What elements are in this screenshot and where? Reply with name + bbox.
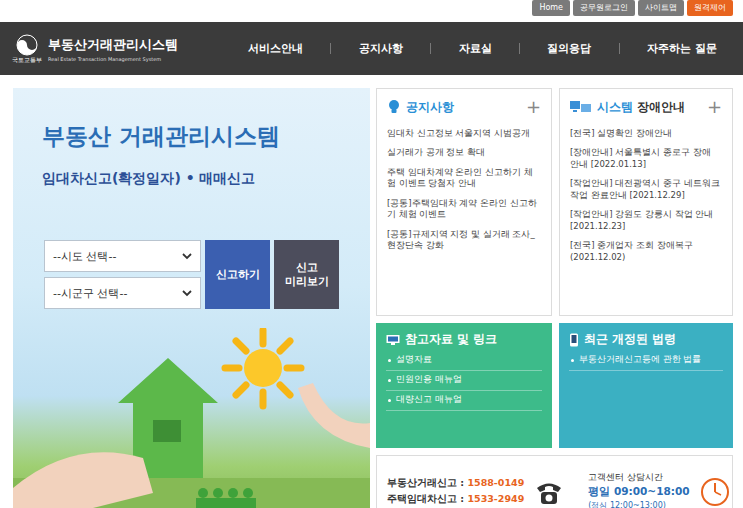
- outage-title-accent: 시스템: [597, 100, 633, 114]
- contact-number[interactable]: 1533-2949: [467, 493, 524, 504]
- notice-item[interactable]: 주택 임대차계약 온라인 신고하기 체험 이벤트 당첨자 안내: [387, 167, 541, 190]
- lightbulb-icon: [387, 99, 401, 115]
- clock-icon: [700, 477, 730, 507]
- notice-panel: 공지사항 + 임대차 신고정보 서울지역 시범공개실거래가 공개 정보 확대주택 임…: [376, 88, 552, 316]
- outage-title: 시스템 장애안내: [597, 100, 685, 115]
- bullet-dot: [388, 399, 391, 402]
- system-icon: [570, 100, 592, 114]
- outage-title-rest: 장애안내: [633, 100, 685, 114]
- preview-button[interactable]: 신고 미리보기: [274, 240, 339, 309]
- more-button[interactable]: +: [707, 98, 722, 116]
- contact-number[interactable]: 1588-0149: [467, 477, 524, 488]
- telephone-icon: [534, 479, 564, 505]
- reference-panel-item[interactable]: 민원인용 매뉴얼: [386, 371, 542, 391]
- notice-item[interactable]: [공통]주택임대차 계약 온라인 신고하기 체험 이벤트: [387, 198, 541, 221]
- nav-separator: [430, 43, 431, 54]
- main-nav: 서비스안내 공지사항 자료실 질의응답 자주하는 질문: [232, 39, 743, 58]
- chevron-down-icon: [182, 290, 192, 297]
- outage-item[interactable]: [전국] 중개업자 조회 장애복구 (2021.12.02): [570, 240, 722, 263]
- ministry-name: 국토교통부: [12, 57, 42, 64]
- contact-label: 부동산거래신고 :: [387, 477, 467, 488]
- notice-title: 공지사항: [406, 100, 454, 115]
- outage-item[interactable]: [작업안내] 대전광역시 중구 네트워크 작업 완료안내 [2021.12.29…: [570, 178, 722, 201]
- notice-item[interactable]: 실거래가 공개 정보 확대: [387, 147, 541, 158]
- region-select[interactable]: --시도 선택--: [44, 240, 201, 272]
- hours-weekday: 평일 09:00~18:00: [588, 485, 689, 499]
- taegeuk-icon: [16, 34, 38, 56]
- site-logo[interactable]: 국토교통부 부동산거래관리시스템 Real Estate Transaction M…: [0, 34, 232, 64]
- contact-lines: 부동산거래신고 : 1588-0149주택임대차신고 : 1533-2949: [387, 477, 524, 506]
- side-panels: 공지사항 + 임대차 신고정보 서울지역 시범공개실거래가 공개 정보 확대주택 임…: [376, 88, 733, 508]
- reference-panel-item-text: 대량신고 매뉴얼: [396, 394, 462, 406]
- top-link[interactable]: Home: [532, 0, 570, 16]
- top-link[interactable]: 사이트맵: [638, 0, 684, 16]
- law-panel-header: 최근 개정된 법령: [569, 332, 723, 347]
- top-bar: Home공무원로그인사이트맵원격제어: [0, 0, 743, 22]
- outage-item[interactable]: [장애안내] 서울특별시 종로구 장애 안내 [2022.01.13]: [570, 147, 722, 170]
- site-header: 국토교통부 부동산거래관리시스템 Real Estate Transaction M…: [0, 22, 743, 75]
- bullet-dot: [571, 359, 574, 362]
- chevron-down-icon: [182, 253, 192, 260]
- monitor-icon: [386, 334, 400, 346]
- banner-photo-icon: [13, 328, 370, 508]
- reference-panel-item-text: 민원인용 매뉴얼: [396, 374, 462, 386]
- logo-title: 부동산거래관리시스템: [48, 36, 178, 54]
- hours-title: 고객센터 상담시간: [588, 472, 689, 484]
- nav-item[interactable]: 서비스안내: [244, 39, 307, 58]
- law-panel-item-text: 부동산거래신고등에 관한 법률: [579, 354, 701, 366]
- nav-separator: [330, 43, 331, 54]
- contact-line: 주택임대차신고 : 1533-2949: [387, 493, 524, 506]
- service-hours: 고객센터 상담시간평일 09:00~18:00(점심 12:00~13:00): [588, 472, 689, 508]
- outage-item[interactable]: [작업안내] 강원도 강릉시 작업 안내 [2021.12.23]: [570, 209, 722, 232]
- bullet-dot: [388, 359, 391, 362]
- region-select[interactable]: --시군구 선택--: [44, 277, 201, 309]
- reference-panel-item-text: 설명자료: [396, 354, 432, 366]
- logo-text: 부동산거래관리시스템 Real Estate Transaction Manage…: [48, 36, 178, 62]
- ministry-mark: 국토교통부: [12, 34, 42, 64]
- reference-panel: 참고자료 및 링크설명자료민원인용 매뉴얼대량신고 매뉴얼: [376, 323, 552, 448]
- law-panel-title: 최근 개정된 법령: [584, 332, 676, 347]
- reference-panel-title: 참고자료 및 링크: [405, 332, 497, 347]
- hero-banner: 부동산 거래관리시스템임대차신고(확정일자) • 매매신고--시도 선택----…: [13, 88, 370, 508]
- reference-panel-header: 참고자료 및 링크: [386, 332, 542, 347]
- reference-panel-item[interactable]: 설명자료: [386, 351, 542, 371]
- notice-item[interactable]: [공통]규제지역 지정 및 실거래 조사_현장단속 강화: [387, 229, 541, 252]
- notice-header: 공지사항 +: [387, 98, 541, 116]
- select-value: --시군구 선택--: [53, 286, 127, 301]
- outage-item[interactable]: [전국] 실명확인 장애안내: [570, 128, 722, 139]
- select-value: --시도 선택--: [53, 249, 116, 264]
- banner-subtitle: 임대차신고(확정일자) • 매매신고: [42, 170, 370, 188]
- nav-separator: [619, 43, 620, 54]
- report-button[interactable]: 신고하기: [205, 240, 270, 309]
- law-panel: 최근 개정된 법령부동산거래신고등에 관한 법률: [559, 323, 733, 448]
- nav-item[interactable]: 자주하는 질문: [643, 39, 721, 58]
- hours-lunch: (점심 12:00~13:00): [588, 500, 689, 508]
- contact-label: 주택임대차신고 :: [387, 493, 467, 504]
- logo-subtitle: Real Estate Transaction Management Syste…: [48, 56, 178, 62]
- reference-panel-item[interactable]: 대량신고 매뉴얼: [386, 391, 542, 411]
- nav-item[interactable]: 공지사항: [355, 39, 407, 58]
- contact-line: 부동산거래신고 : 1588-0149: [387, 477, 524, 490]
- banner-title: 부동산 거래관리시스템: [42, 121, 370, 152]
- nav-item[interactable]: 질의응답: [543, 39, 595, 58]
- bullet-dot: [388, 379, 391, 382]
- main-content: 부동산 거래관리시스템임대차신고(확정일자) • 매매신고--시도 선택----…: [0, 75, 743, 508]
- outage-panel: 시스템 장애안내 + [전국] 실명확인 장애안내 [장애안내] 서울특별시 종로구 …: [559, 88, 733, 316]
- top-link[interactable]: 공무원로그인: [573, 0, 635, 16]
- outage-header: 시스템 장애안내 +: [570, 98, 722, 116]
- law-panel-item[interactable]: 부동산거래신고등에 관한 법률: [569, 351, 723, 371]
- nav-separator: [519, 43, 520, 54]
- contact-panel: 부동산거래신고 : 1588-0149주택임대차신고 : 1533-2949고객…: [376, 455, 733, 508]
- top-link[interactable]: 원격제어: [687, 0, 733, 16]
- select-group: --시도 선택-- --시군구 선택--: [44, 240, 201, 309]
- more-button[interactable]: +: [526, 98, 541, 116]
- notice-item[interactable]: 임대차 신고정보 서울지역 시범공개: [387, 128, 541, 139]
- mobile-icon: [569, 333, 579, 347]
- region-form: --시도 선택-- --시군구 선택-- 신고하기신고 미리보기: [44, 240, 370, 309]
- nav-item[interactable]: 자료실: [455, 39, 496, 58]
